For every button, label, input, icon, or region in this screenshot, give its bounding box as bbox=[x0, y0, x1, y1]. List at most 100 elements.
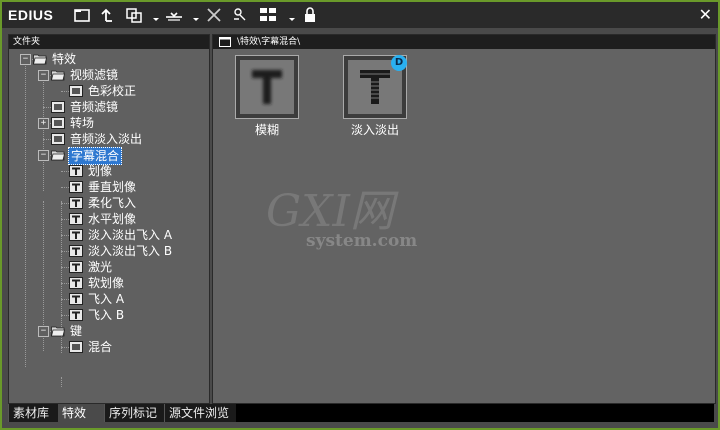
tree-item-label: 特效 bbox=[52, 52, 77, 66]
tree-item[interactable]: 淡入淡出飞入 B bbox=[69, 243, 174, 259]
tree-item-label: 键 bbox=[70, 324, 83, 338]
effect-folder-icon bbox=[69, 85, 83, 97]
tree-connector bbox=[61, 171, 69, 172]
tree-item[interactable]: 软划像 bbox=[69, 275, 126, 291]
blur-t-icon bbox=[252, 70, 282, 104]
tree-item[interactable]: 激光 bbox=[69, 259, 114, 275]
tree-item[interactable]: 飞入 B bbox=[69, 307, 126, 323]
tree-item-label: 水平划像 bbox=[88, 212, 137, 226]
up-folder-icon[interactable] bbox=[98, 5, 118, 25]
copy-dropdown-icon[interactable] bbox=[146, 5, 159, 25]
tree-item[interactable]: 淡入淡出飞入 A bbox=[69, 227, 174, 243]
open-folder-icon bbox=[32, 53, 48, 65]
tree-item[interactable]: 垂直划像 bbox=[69, 179, 138, 195]
title-effect-icon bbox=[69, 181, 83, 193]
view-mode-icon[interactable] bbox=[258, 5, 278, 25]
watermark-brand: GXI网 bbox=[266, 186, 399, 237]
effect-thumbnail[interactable]: D bbox=[343, 55, 407, 119]
tab-source-browser[interactable]: 源文件浏览 bbox=[164, 404, 236, 422]
folder-tree: − 特效 − 视频滤镜 色彩校正 音频滤镜 + 转场 音频淡入淡出 − 字幕混合 划像 垂直划像 柔化飞入… bbox=[9, 51, 209, 403]
title-effect-icon bbox=[69, 213, 83, 225]
tree-item[interactable]: 音频淡入淡出 bbox=[51, 131, 144, 147]
tree-item[interactable]: 色彩校正 bbox=[69, 83, 138, 99]
view-mode-dropdown-icon[interactable] bbox=[282, 5, 295, 25]
effect-label: 模糊 bbox=[254, 123, 279, 137]
title-effect-icon bbox=[69, 197, 83, 209]
tree-item-label: 淡入淡出飞入 B bbox=[88, 244, 173, 258]
title-effect-icon bbox=[69, 245, 83, 257]
open-folder-icon bbox=[50, 69, 66, 81]
title-effect-icon bbox=[69, 165, 83, 177]
tree-item-label: 视频滤镜 bbox=[70, 68, 119, 82]
tree-connector bbox=[43, 107, 51, 108]
tree-item[interactable]: 转场 bbox=[51, 115, 96, 131]
effect-folder-icon bbox=[51, 133, 65, 145]
tab-bin[interactable]: 素材库 bbox=[8, 404, 58, 422]
tree-item-label: 柔化飞入 bbox=[88, 196, 137, 210]
title-effect-icon bbox=[69, 277, 83, 289]
folder-tree-panel: 文件夹 − 特效 − 视频滤镜 色彩校正 音频滤镜 + 转场 音频淡入淡出 − 字幕混合 划像 垂直划像… bbox=[8, 34, 210, 404]
app-title: EDIUS bbox=[8, 7, 54, 23]
tree-connector bbox=[43, 139, 51, 140]
tree-guide-line bbox=[43, 73, 44, 191]
tree-item[interactable]: 特效 bbox=[32, 51, 78, 67]
tree-guide-line bbox=[25, 57, 26, 367]
tree-item[interactable]: 水平划像 bbox=[69, 211, 138, 227]
tree-item[interactable]: 键 bbox=[50, 323, 84, 339]
tree-item-label: 软划像 bbox=[88, 276, 125, 290]
tab-effects[interactable]: 特效 bbox=[58, 404, 104, 422]
tree-item-label: 音频淡入淡出 bbox=[70, 132, 143, 146]
tree-item-label: 划像 bbox=[88, 164, 113, 178]
tree-item[interactable]: 柔化飞入 bbox=[69, 195, 138, 211]
tree-connector bbox=[61, 251, 69, 252]
tree-connector bbox=[61, 267, 69, 268]
tree-connector bbox=[61, 219, 69, 220]
delete-icon[interactable] bbox=[204, 5, 224, 25]
copy-icon[interactable] bbox=[124, 5, 144, 25]
tree-connector bbox=[61, 187, 69, 188]
tab-sequence-markers[interactable]: 序列标记 bbox=[104, 404, 164, 422]
new-folder-icon[interactable] bbox=[72, 5, 92, 25]
tree-item-label: 色彩校正 bbox=[88, 84, 137, 98]
import-dropdown-icon[interactable] bbox=[186, 5, 199, 25]
tree-item-label: 飞入 A bbox=[88, 292, 125, 306]
watermark-domain: system.com bbox=[306, 231, 417, 251]
close-icon[interactable]: ✕ bbox=[699, 5, 712, 24]
tree-item-label: 飞入 B bbox=[88, 308, 125, 322]
tree-item[interactable]: 视频滤镜 bbox=[50, 67, 120, 83]
tree-item-label: 混合 bbox=[88, 340, 113, 354]
tree-connector bbox=[61, 91, 69, 92]
tree-connector bbox=[61, 203, 69, 204]
tree-connector bbox=[61, 299, 69, 300]
tree-item-label: 音频滤镜 bbox=[70, 100, 119, 114]
expand-icon[interactable]: + bbox=[38, 118, 49, 129]
collapse-icon[interactable]: − bbox=[38, 70, 49, 81]
properties-icon[interactable] bbox=[230, 5, 250, 25]
tree-item-label: 淡入淡出飞入 A bbox=[88, 228, 173, 242]
collapse-icon[interactable]: − bbox=[38, 326, 49, 337]
tree-item[interactable]: 混合 bbox=[69, 339, 114, 355]
collapse-icon[interactable]: − bbox=[20, 54, 31, 65]
tree-connector bbox=[61, 235, 69, 236]
tree-item[interactable]: 划像 bbox=[69, 163, 114, 179]
effect-label: 淡入淡出 bbox=[350, 123, 399, 137]
default-badge: D bbox=[391, 55, 407, 71]
effect-thumbnail[interactable] bbox=[235, 55, 299, 119]
current-path: \特效\字幕混合\ bbox=[237, 37, 301, 47]
lock-icon[interactable] bbox=[300, 5, 320, 25]
folder-panel-header: 文件夹 bbox=[9, 35, 209, 49]
tree-item[interactable]: 音频滤镜 bbox=[51, 99, 120, 115]
title-effect-icon bbox=[69, 261, 83, 273]
title-effect-icon bbox=[69, 309, 83, 321]
tree-item[interactable]: 字幕混合 bbox=[50, 147, 123, 165]
effect-preview bbox=[240, 60, 294, 114]
tree-connector bbox=[61, 315, 69, 316]
tree-connector bbox=[61, 347, 69, 348]
watermark: GXI网 system.com bbox=[262, 182, 462, 252]
title-effect-icon bbox=[69, 229, 83, 241]
bottom-tab-bar: 素材库 特效 序列标记 源文件浏览 bbox=[8, 404, 714, 422]
effect-folder-icon bbox=[69, 341, 83, 353]
tree-item[interactable]: 飞入 A bbox=[69, 291, 126, 307]
import-icon[interactable] bbox=[164, 5, 184, 25]
collapse-icon[interactable]: − bbox=[38, 150, 49, 161]
